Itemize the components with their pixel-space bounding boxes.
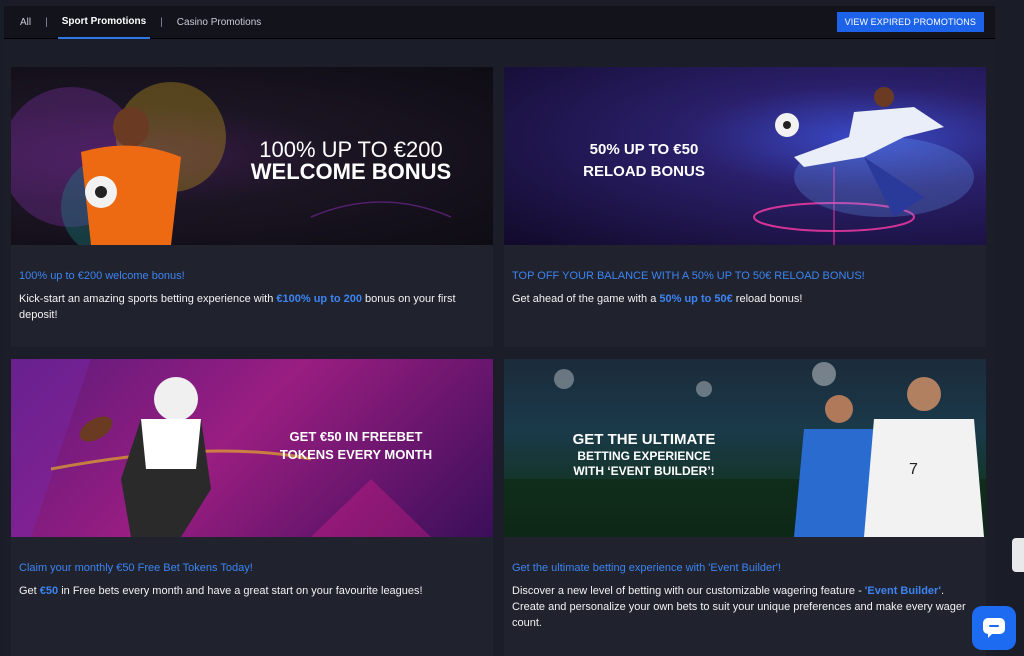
promotion-banner[interactable]: 100% UP TO €200 WELCOME BONUS: [11, 67, 493, 245]
promotion-banner[interactable]: GET €50 IN FREEBET TOKENS EVERY MONTH: [11, 359, 493, 537]
promotion-title[interactable]: 100% up to €200 welcome bonus!: [19, 270, 185, 282]
svg-text:7: 7: [909, 461, 918, 478]
promotion-banner[interactable]: 7 GET THE ULTIMATE BETTING EXPERIENCE WI…: [504, 359, 986, 537]
description-highlight: 'Event Builder': [864, 585, 941, 597]
description-text: in Free bets every month and have a grea…: [58, 585, 423, 597]
promotion-title[interactable]: TOP OFF YOUR BALANCE WITH A 50% UP TO 50…: [512, 270, 865, 282]
description-text: Get: [19, 585, 40, 597]
promotion-card-welcome-bonus[interactable]: 100% UP TO €200 WELCOME BONUS 100% up to…: [11, 67, 493, 347]
banner-headline: BETTING EXPERIENCE: [577, 449, 711, 463]
promotion-card-event-builder[interactable]: 7 GET THE ULTIMATE BETTING EXPERIENCE WI…: [504, 359, 986, 656]
tab-separator: |: [45, 17, 48, 28]
banner-headline: GET €50 IN FREEBET: [289, 429, 423, 444]
description-highlight: €100% up to 200: [276, 293, 362, 305]
banner-headline: 50% UP TO €50: [589, 141, 699, 158]
banner-headline: WITH ‘EVENT BUILDER’!: [573, 464, 715, 478]
promotion-description: Get ahead of the game with a 50% up to 5…: [512, 291, 976, 307]
description-text: Kick-start an amazing sports betting exp…: [19, 293, 277, 305]
banner-headline: TOKENS EVERY MONTH: [279, 447, 433, 462]
tab-separator: |: [160, 17, 163, 28]
chat-bubble-icon: [983, 618, 1005, 638]
promotion-description: Discover a new level of betting with our…: [512, 583, 976, 631]
description-highlight: €50: [39, 585, 59, 597]
tab-casino-promotions[interactable]: Casino Promotions: [173, 6, 265, 39]
promotions-topbar: All | Sport Promotions | Casino Promotio…: [4, 6, 995, 39]
promotion-description: Kick-start an amazing sports betting exp…: [19, 291, 483, 323]
promotions-grid: 100% UP TO €200 WELCOME BONUS 100% up to…: [4, 40, 995, 656]
promotion-card-reload-bonus[interactable]: 50% UP TO €50 RELOAD BONUS TOP OFF YOUR …: [504, 67, 986, 347]
promotion-card-freebet-tokens[interactable]: GET €50 IN FREEBET TOKENS EVERY MONTH Cl…: [11, 359, 493, 656]
promotion-description: Get €50 in Free bets every month and hav…: [19, 583, 483, 599]
tab-sport-promotions[interactable]: Sport Promotions: [57, 6, 151, 39]
description-text: reload bonus!: [732, 293, 803, 305]
view-expired-promotions-button[interactable]: VIEW EXPIRED PROMOTIONS: [836, 12, 984, 32]
banner-headline: WELCOME BONUS: [250, 159, 452, 184]
description-text: Get ahead of the game with a: [512, 293, 660, 305]
promotion-title[interactable]: Claim your monthly €50 Free Bet Tokens T…: [19, 562, 253, 574]
description-text: Discover a new level of betting with our…: [512, 585, 865, 597]
tab-all[interactable]: All: [16, 6, 35, 39]
promotion-tabs: All | Sport Promotions | Casino Promotio…: [16, 6, 265, 39]
chat-button[interactable]: [972, 606, 1016, 650]
description-highlight: 50% up to 50€: [659, 293, 733, 305]
banner-headline: GET THE ULTIMATE: [572, 431, 716, 448]
banner-headline: RELOAD BONUS: [583, 163, 705, 180]
banner-artwork: 7: [504, 362, 986, 537]
promotion-banner[interactable]: 50% UP TO €50 RELOAD BONUS: [504, 67, 986, 245]
side-feedback-tab[interactable]: [1012, 538, 1024, 572]
promotion-title[interactable]: Get the ultimate betting experience with…: [512, 562, 781, 574]
